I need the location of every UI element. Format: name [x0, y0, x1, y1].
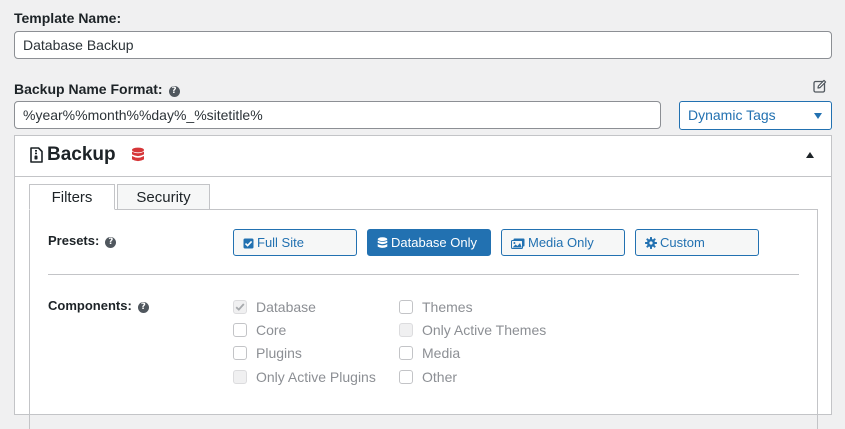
- checkbox-icon: [243, 238, 254, 249]
- component-only-active-themes-checkbox: [399, 323, 413, 337]
- component-themes-checkbox[interactable]: [399, 300, 413, 314]
- images-icon: [511, 238, 525, 249]
- backup-panel-title: Backup: [47, 144, 116, 165]
- component-media-label[interactable]: Media: [422, 345, 460, 361]
- dynamic-tags-select[interactable]: Dynamic Tags: [679, 101, 832, 130]
- pencil-square-icon[interactable]: [813, 79, 827, 98]
- preset-custom-label: Custom: [660, 235, 705, 250]
- preset-database-only-button[interactable]: Database Only: [367, 229, 491, 256]
- backup-name-format-label-text: Backup Name Format:: [14, 81, 163, 97]
- preset-database-only-label: Database Only: [391, 235, 477, 250]
- backup-name-format-input[interactable]: %year%%month%%day%_%sitetitle%: [14, 101, 661, 129]
- components-label: Components:?: [48, 298, 149, 313]
- component-only-active-plugins-label: Only Active Plugins: [256, 369, 376, 385]
- component-other-checkbox[interactable]: [399, 370, 413, 384]
- backup-name-format-label: Backup Name Format:?: [14, 81, 180, 97]
- gear-icon: [645, 237, 657, 249]
- component-database-checkbox: [233, 300, 247, 314]
- component-only-active-themes-label: Only Active Themes: [422, 322, 547, 338]
- dynamic-tags-selected: Dynamic Tags: [688, 107, 776, 123]
- component-only-active-plugins-checkbox: [233, 370, 247, 384]
- database-icon: [131, 147, 145, 168]
- tab-filters[interactable]: Filters: [29, 184, 115, 210]
- component-themes-label[interactable]: Themes: [422, 299, 473, 315]
- template-name-label: Template Name:: [14, 10, 122, 26]
- help-icon[interactable]: ?: [105, 237, 117, 248]
- tab-security[interactable]: Security: [117, 184, 210, 210]
- component-core-checkbox[interactable]: [233, 323, 247, 337]
- component-core-label[interactable]: Core: [256, 322, 286, 338]
- database-icon: [377, 237, 388, 248]
- caret-up-icon[interactable]: [806, 152, 814, 158]
- preset-media-only-button[interactable]: Media Only: [501, 229, 625, 256]
- backup-panel: Backup Filters Security Presets:? Full S…: [14, 135, 832, 429]
- checkmark-icon: [235, 303, 245, 311]
- component-database-label: Database: [256, 299, 316, 315]
- template-name-input[interactable]: Database Backup: [14, 31, 832, 59]
- preset-media-only-label: Media Only: [528, 235, 594, 250]
- preset-full-site-button[interactable]: Full Site: [233, 229, 357, 256]
- component-other-label[interactable]: Other: [422, 369, 457, 385]
- chevron-down-icon: [814, 113, 822, 119]
- presets-label: Presets:?: [48, 233, 117, 248]
- help-icon[interactable]: ?: [168, 86, 180, 97]
- file-archive-icon: [30, 147, 43, 168]
- component-media-checkbox[interactable]: [399, 346, 413, 360]
- presets-label-text: Presets:: [48, 233, 100, 248]
- component-plugins-label[interactable]: Plugins: [256, 345, 302, 361]
- backup-panel-header[interactable]: Backup: [15, 136, 831, 177]
- preset-custom-button[interactable]: Custom: [635, 229, 759, 256]
- preset-full-site-label: Full Site: [257, 235, 304, 250]
- component-plugins-checkbox[interactable]: [233, 346, 247, 360]
- divider: [48, 274, 799, 275]
- help-icon[interactable]: ?: [137, 302, 149, 313]
- components-label-text: Components:: [48, 298, 132, 313]
